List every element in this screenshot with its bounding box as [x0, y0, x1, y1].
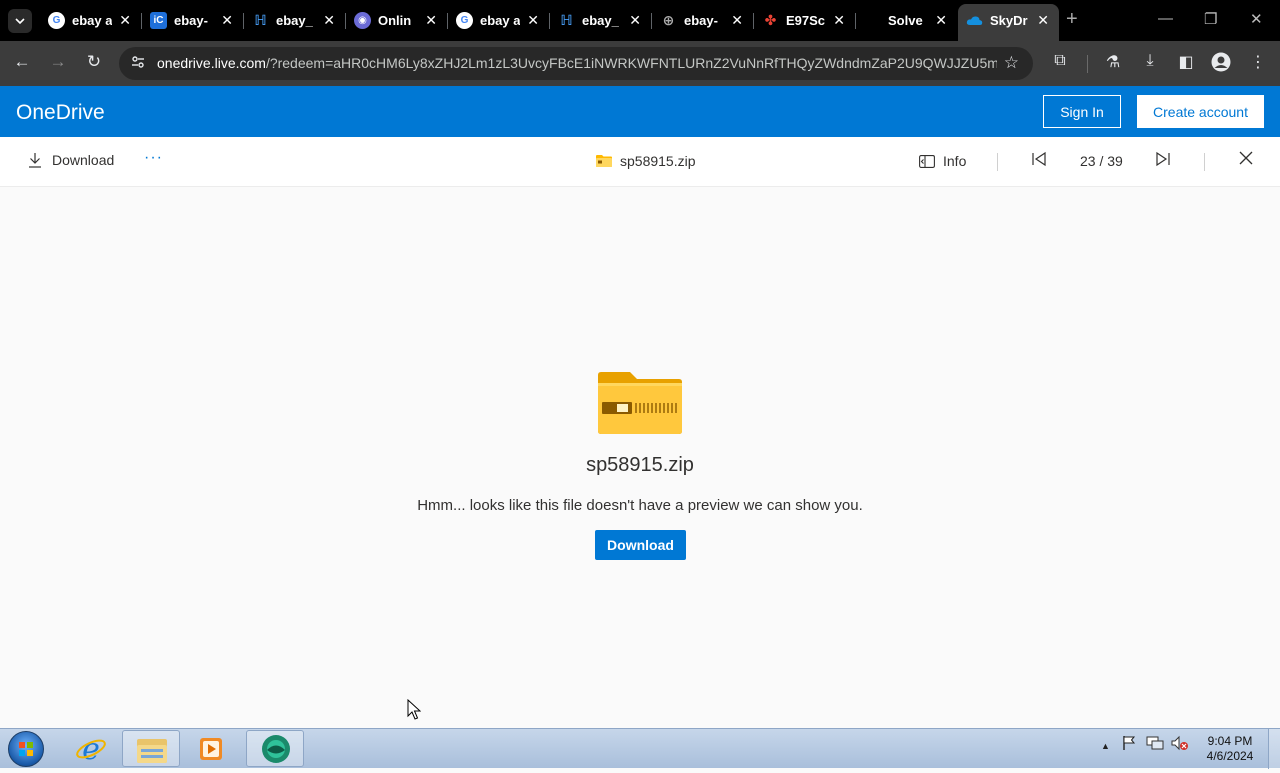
viewer-command-bar: Download ··· sp58915.zip Info 23 / 39 — [0, 137, 1280, 187]
zip-folder-icon — [598, 372, 682, 434]
close-icon[interactable]: ✕ — [1037, 12, 1049, 29]
first-item-icon[interactable] — [1031, 151, 1047, 172]
forward-icon[interactable]: → — [47, 52, 69, 72]
browser-tab[interactable]: G ebay a ✕ — [448, 4, 549, 37]
browser-tab[interactable]: G ebay a ✕ — [40, 4, 141, 37]
media-player-icon — [200, 738, 222, 760]
create-account-button[interactable]: Create account — [1137, 95, 1264, 128]
windows-logo-icon — [19, 742, 33, 756]
browser-tab[interactable]: ◉ Onlin ✕ — [346, 4, 447, 37]
browser-tabstrip: G ebay a ✕ iC ebay- ✕ ℍ ebay_ ✕ ◉ Onlin … — [0, 0, 1280, 41]
site-settings-icon[interactable] — [131, 55, 145, 69]
show-desktop-button[interactable] — [1268, 729, 1280, 769]
bracket-icon: ℍ — [560, 12, 573, 28]
info-pane-icon — [919, 154, 935, 168]
close-icon[interactable]: ✕ — [731, 12, 743, 29]
browser-tab[interactable]: iC ebay- ✕ — [142, 4, 243, 37]
new-tab-button[interactable]: + — [1066, 8, 1078, 31]
ic-icon: iC — [150, 12, 167, 29]
url-text[interactable]: onedrive.live.com/?redeem=aHR0cHM6Ly8xZH… — [157, 55, 997, 71]
taskbar-browser[interactable] — [246, 730, 304, 767]
item-counter: 23 / 39 — [1080, 153, 1123, 169]
browser-toolbar: ← → ↻ onedrive.live.com/?redeem=aHR0cHM6… — [0, 41, 1280, 86]
clock-date: 4/6/2024 — [1206, 749, 1254, 763]
browser-tab[interactable]: ℍ ebay_ ✕ — [550, 4, 651, 37]
close-icon[interactable]: ✕ — [629, 12, 641, 29]
browser-app-icon — [262, 735, 290, 763]
sign-in-button[interactable]: Sign In — [1043, 95, 1121, 128]
info-button[interactable]: Info — [919, 153, 966, 169]
volume-muted-icon[interactable] — [1171, 735, 1189, 754]
close-icon[interactable]: ✕ — [119, 12, 131, 29]
window-close-icon[interactable]: ✕ — [1250, 10, 1263, 28]
cloud-icon — [966, 12, 983, 29]
restore-icon[interactable]: ❐ — [1204, 10, 1217, 28]
globe-icon: ⊕ — [662, 12, 675, 28]
taskbar-file-explorer[interactable] — [122, 730, 180, 767]
minimize-icon[interactable]: — — [1158, 10, 1173, 27]
browser-tab[interactable]: ✤ E97Sc ✕ — [754, 4, 855, 37]
onedrive-header: OneDrive Sign In Create account — [0, 86, 1280, 137]
close-icon[interactable]: ✕ — [935, 12, 947, 29]
browser-tab[interactable]: Solve ✕ — [856, 4, 957, 37]
windows-taskbar: e ▲ 9:04 PM 4/6/2024 — [0, 728, 1280, 769]
google-icon: G — [456, 12, 473, 29]
onedrive-logo[interactable]: OneDrive — [16, 101, 105, 125]
pinwheel-icon: ✤ — [764, 12, 777, 28]
download-button[interactable]: Download — [595, 530, 686, 560]
browser-tab[interactable]: ⊕ ebay- ✕ — [652, 4, 753, 37]
taskbar-internet-explorer[interactable]: e — [62, 730, 120, 767]
viewer-file-title: sp58915.zip — [596, 153, 696, 169]
file-preview-area: sp58915.zip Hmm... looks like this file … — [0, 188, 1280, 728]
labs-flask-icon[interactable]: ⚗ — [1102, 52, 1124, 72]
close-icon[interactable]: ✕ — [425, 12, 437, 29]
mouse-cursor-icon — [407, 699, 421, 720]
taskbar-clock[interactable]: 9:04 PM 4/6/2024 — [1200, 734, 1260, 764]
browser-tab[interactable]: ℍ ebay_ ✕ — [244, 4, 345, 37]
bracket-icon: ℍ — [254, 12, 267, 28]
address-bar[interactable]: onedrive.live.com/?redeem=aHR0cHM6Ly8xZH… — [119, 47, 1033, 80]
clock-time: 9:04 PM — [1207, 734, 1253, 748]
profile-avatar-icon[interactable] — [1210, 52, 1232, 77]
internet-explorer-icon: e — [76, 732, 106, 767]
bookmark-star-icon[interactable]: ☆ — [1004, 53, 1019, 73]
no-preview-message: Hmm... looks like this file doesn't have… — [417, 497, 863, 514]
google-icon: G — [48, 12, 65, 29]
close-viewer-icon[interactable] — [1239, 151, 1253, 170]
download-command[interactable]: Download — [28, 152, 114, 168]
command-divider — [1204, 153, 1205, 171]
tray-expand-icon[interactable]: ▲ — [1101, 741, 1110, 751]
browser-tab-active[interactable]: SkyDr ✕ — [958, 4, 1059, 41]
preview-file-name: sp58915.zip — [586, 454, 694, 476]
side-panel-icon[interactable]: ◧ — [1175, 52, 1197, 72]
chevron-down-icon — [15, 18, 25, 25]
close-icon[interactable]: ✕ — [833, 12, 845, 29]
close-icon[interactable]: ✕ — [527, 12, 539, 29]
network-icon[interactable] — [1146, 735, 1164, 754]
tab-search-button[interactable] — [8, 9, 32, 33]
taskbar-media-player[interactable] — [182, 730, 240, 767]
back-icon[interactable]: ← — [11, 52, 33, 72]
svg-text:e: e — [82, 732, 100, 767]
download-icon[interactable]: ⤓ — [1139, 52, 1161, 70]
menu-kebab-icon[interactable]: ⋮ — [1247, 52, 1269, 72]
close-icon[interactable]: ✕ — [221, 12, 233, 29]
chat-icon: ◉ — [354, 12, 371, 29]
zip-folder-icon — [596, 155, 612, 167]
download-icon — [29, 153, 41, 168]
last-item-icon[interactable] — [1155, 151, 1171, 172]
file-explorer-icon — [137, 739, 167, 763]
command-divider — [997, 153, 998, 171]
reload-icon[interactable]: ↻ — [83, 52, 105, 72]
start-button[interactable] — [8, 731, 44, 767]
toolbar-divider — [1087, 55, 1088, 73]
more-options-button[interactable]: ··· — [144, 149, 163, 167]
close-icon[interactable]: ✕ — [323, 12, 335, 29]
extensions-icon[interactable]: ⧉ — [1049, 52, 1071, 70]
action-center-flag-icon[interactable] — [1121, 735, 1137, 754]
